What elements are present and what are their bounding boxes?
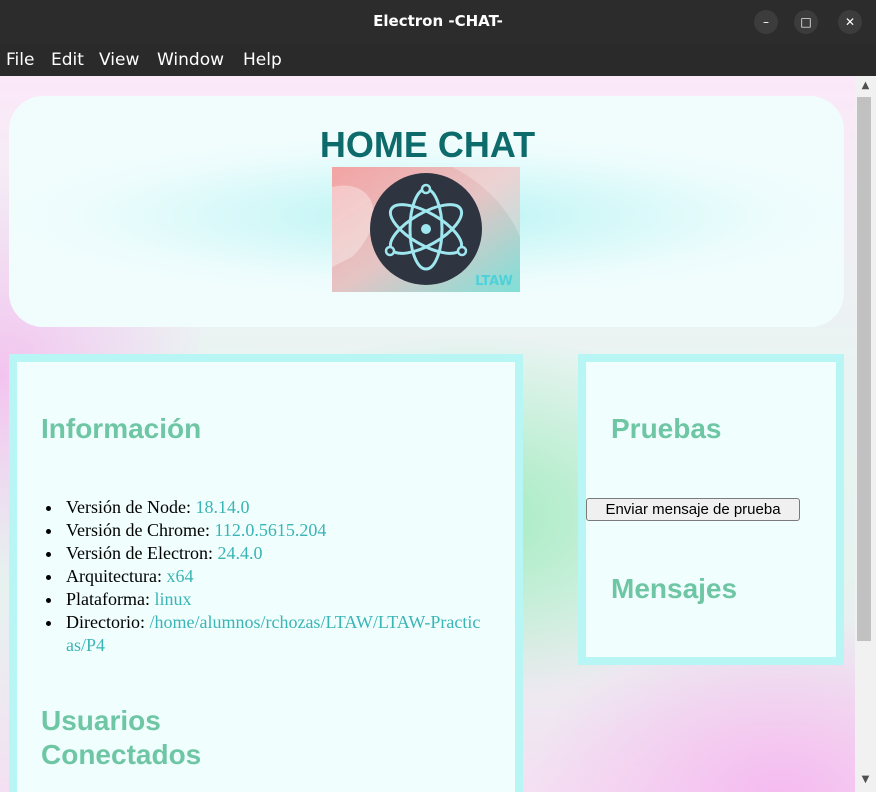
menu-bar: File Edit View Window Help [0, 44, 876, 76]
directory-label: Directorio: [66, 612, 150, 632]
list-item: Versión de Chrome: 112.0.5615.204 [46, 519, 486, 542]
users-heading-line1: Usuarios [41, 705, 161, 736]
window-titlebar: Electron -CHAT- – □ ✕ [0, 0, 876, 44]
electron-version-value: 24.4.0 [217, 543, 263, 563]
close-icon[interactable]: ✕ [838, 10, 862, 34]
list-item: Versión de Node: 18.14.0 [46, 496, 486, 519]
logo-text: LTAW [475, 274, 513, 289]
tests-heading: Pruebas [611, 413, 722, 444]
page-content: HOME CHAT LTAW Información Versión de No… [0, 76, 855, 792]
menu-help[interactable]: Help [243, 50, 282, 70]
menu-file[interactable]: File [6, 50, 34, 70]
vertical-scrollbar[interactable]: ▲ ▼ [855, 76, 876, 792]
list-item: Versión de Electron: 24.4.0 [46, 542, 486, 565]
page-title: HOME CHAT [319, 124, 536, 165]
list-item: Plataforma: linux [46, 588, 486, 611]
node-version-value: 18.14.0 [195, 497, 250, 517]
send-test-message-button[interactable]: Enviar mensaje de prueba [586, 498, 800, 521]
architecture-value: x64 [166, 566, 194, 586]
electron-logo: LTAW [332, 167, 520, 292]
chrome-version-value: 112.0.5615.204 [214, 520, 327, 540]
maximize-icon[interactable]: □ [794, 10, 818, 34]
minimize-icon[interactable]: – [754, 10, 778, 34]
platform-value: linux [154, 589, 192, 609]
info-heading: Información [41, 413, 202, 444]
menu-edit[interactable]: Edit [51, 50, 84, 70]
platform-label: Plataforma: [66, 589, 155, 609]
info-list: Versión de Node: 18.14.0 Versión de Chro… [46, 496, 486, 657]
users-heading: Usuarios Conectados [41, 704, 201, 772]
messages-heading: Mensajes [611, 573, 738, 604]
list-item: Directorio: /home/alumnos/rchozas/LTAW/L… [46, 611, 486, 657]
scroll-down-icon[interactable]: ▼ [855, 774, 876, 785]
menu-window[interactable]: Window [157, 50, 224, 70]
chrome-version-label: Versión de Chrome: [66, 520, 215, 540]
scrollbar-thumb[interactable] [857, 97, 871, 641]
scroll-up-icon[interactable]: ▲ [855, 80, 876, 91]
menu-view[interactable]: View [99, 50, 139, 70]
electron-version-label: Versión de Electron: [66, 543, 218, 563]
list-item: Arquitectura: x64 [46, 565, 486, 588]
node-version-label: Versión de Node: [66, 497, 196, 517]
users-heading-line2: Conectados [41, 739, 202, 770]
window-title: Electron -CHAT- [373, 12, 503, 30]
architecture-label: Arquitectura: [66, 566, 167, 586]
